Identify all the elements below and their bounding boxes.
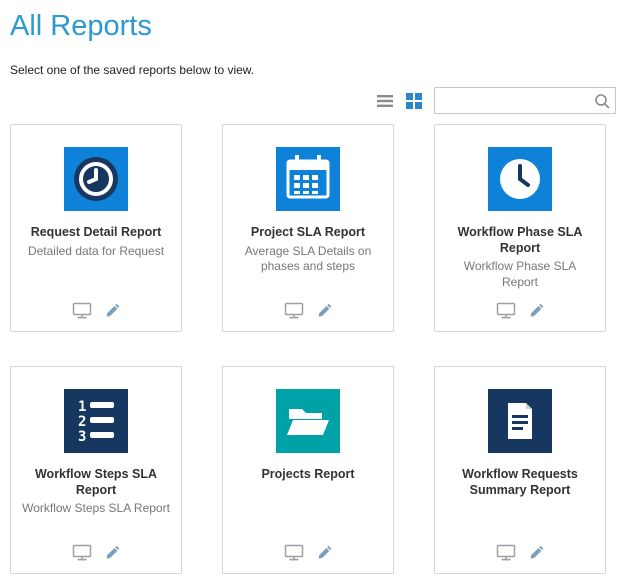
report-card-workflow-requests-summary[interactable]: Workflow Requests Summary Report <box>434 366 606 574</box>
calendar-icon <box>276 147 340 211</box>
card-actions <box>284 544 332 561</box>
view-monitor-icon[interactable] <box>496 544 516 561</box>
edit-pencil-icon[interactable] <box>528 303 544 319</box>
report-tile <box>64 147 128 211</box>
edit-pencil-icon[interactable] <box>316 303 332 319</box>
clock-icon <box>488 147 552 211</box>
report-title: Workflow Steps SLA Report <box>21 467 171 498</box>
report-subtitle: Workflow Steps SLA Report <box>22 501 170 517</box>
search-input[interactable] <box>441 93 593 109</box>
clock-badge-icon <box>64 147 128 211</box>
numbered-list-icon: 1 2 3 <box>64 389 128 453</box>
edit-pencil-icon[interactable] <box>316 545 332 561</box>
report-card-grid: Request Detail Report Detailed data for … <box>10 124 618 574</box>
report-tile <box>488 389 552 453</box>
report-title: Request Detail Report <box>31 225 162 241</box>
list-view-button[interactable] <box>376 94 394 108</box>
svg-text:2: 2 <box>78 414 86 430</box>
report-subtitle: Detailed data for Request <box>28 244 164 260</box>
report-card-projects[interactable]: Projects Report <box>222 366 394 574</box>
all-reports-page: All Reports Select one of the saved repo… <box>0 0 628 574</box>
folder-icon <box>276 389 340 453</box>
search-box <box>434 87 616 114</box>
report-card-project-sla[interactable]: Project SLA Report Average SLA Details o… <box>222 124 394 332</box>
report-title: Workflow Requests Summary Report <box>445 467 595 498</box>
report-tile <box>276 147 340 211</box>
card-actions <box>496 544 544 561</box>
report-tile: 1 2 3 <box>64 389 128 453</box>
card-actions <box>284 302 332 319</box>
report-card-request-detail[interactable]: Request Detail Report Detailed data for … <box>10 124 182 332</box>
edit-pencil-icon[interactable] <box>104 303 120 319</box>
toolbar <box>10 87 616 114</box>
view-monitor-icon[interactable] <box>72 302 92 319</box>
report-title: Project SLA Report <box>251 225 365 241</box>
page-title: All Reports <box>10 10 618 43</box>
card-actions <box>72 544 120 561</box>
view-monitor-icon[interactable] <box>72 544 92 561</box>
report-card-workflow-steps-sla[interactable]: 1 2 3 Workflow Steps SLA Report Workflow… <box>10 366 182 574</box>
view-monitor-icon[interactable] <box>496 302 516 319</box>
view-monitor-icon[interactable] <box>284 544 304 561</box>
grid-view-icon <box>406 93 422 109</box>
edit-pencil-icon[interactable] <box>104 545 120 561</box>
report-card-workflow-phase-sla[interactable]: Workflow Phase SLA Report Workflow Phase… <box>434 124 606 332</box>
svg-text:3: 3 <box>78 429 86 445</box>
search-icon[interactable] <box>593 92 611 110</box>
edit-pencil-icon[interactable] <box>528 545 544 561</box>
page-subtitle: Select one of the saved reports below to… <box>10 63 618 77</box>
document-icon <box>488 389 552 453</box>
card-actions <box>72 302 120 319</box>
report-title: Projects Report <box>261 467 354 483</box>
list-view-icon <box>376 94 394 108</box>
report-tile <box>488 147 552 211</box>
view-monitor-icon[interactable] <box>284 302 304 319</box>
svg-text:1: 1 <box>78 399 86 415</box>
card-actions <box>496 302 544 319</box>
report-subtitle: Workflow Phase SLA Report <box>445 259 595 290</box>
report-tile <box>276 389 340 453</box>
grid-view-button[interactable] <box>406 93 422 109</box>
report-title: Workflow Phase SLA Report <box>445 225 595 256</box>
report-subtitle: Average SLA Details on phases and steps <box>233 244 383 275</box>
